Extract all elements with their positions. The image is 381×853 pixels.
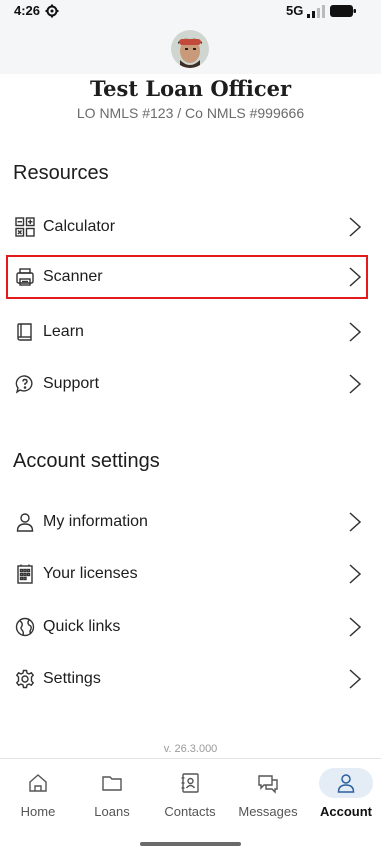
settings-row[interactable]: Settings	[6, 657, 368, 701]
quick-links-row[interactable]: Quick links	[6, 605, 368, 649]
tab-loans-label: Loans	[94, 804, 130, 819]
avatar[interactable]	[171, 30, 209, 68]
help-chat-icon	[15, 375, 33, 394]
status-time: 4:26	[14, 3, 41, 18]
network-type: 5G	[286, 3, 304, 18]
folder-icon	[102, 776, 122, 791]
quick-links-label: Quick links	[43, 618, 121, 635]
tab-home-label: Home	[20, 804, 56, 819]
account-settings-heading: Account settings	[13, 450, 160, 472]
scanner-label: Scanner	[43, 268, 103, 285]
chevron-right-icon	[349, 512, 362, 532]
signal-icon	[307, 5, 325, 18]
chevron-right-icon	[349, 564, 362, 584]
home-indicator	[140, 842, 241, 846]
profile-nmls: LO NMLS #123 / Co NMLS #999666	[76, 105, 305, 121]
tab-home[interactable]: Home	[0, 759, 76, 829]
globe-icon	[15, 617, 35, 637]
contacts-icon	[181, 773, 199, 793]
chevron-right-icon	[349, 217, 362, 237]
tab-messages[interactable]: Messages	[230, 759, 306, 829]
learn-label: Learn	[43, 323, 84, 340]
license-icon	[17, 564, 33, 584]
user-icon	[16, 513, 34, 532]
my-information-row[interactable]: My information	[6, 500, 368, 544]
your-licenses-label: Your licenses	[43, 565, 138, 582]
my-information-label: My information	[43, 513, 148, 530]
support-label: Support	[43, 375, 100, 392]
resources-heading: Resources	[13, 162, 109, 184]
profile-name: Test Loan Officer	[89, 76, 292, 101]
tab-contacts[interactable]: Contacts	[152, 759, 228, 829]
chevron-right-icon	[349, 374, 362, 394]
tab-loans[interactable]: Loans	[74, 759, 150, 829]
settings-gear-icon	[45, 4, 59, 18]
gear-icon	[15, 669, 35, 689]
tab-contacts-label: Contacts	[164, 804, 216, 819]
chevron-right-icon	[349, 267, 362, 287]
chevron-right-icon	[349, 322, 362, 342]
scanner-icon	[16, 268, 34, 286]
calculator-icon	[15, 217, 35, 237]
avatar-image	[171, 30, 209, 68]
scanner-row[interactable]: Scanner	[6, 255, 368, 299]
chevron-right-icon	[349, 669, 362, 689]
settings-label: Settings	[43, 670, 101, 687]
support-row[interactable]: Support	[6, 362, 368, 406]
your-licenses-row[interactable]: Your licenses	[6, 552, 368, 596]
app-version: v. 26.3.000	[163, 743, 218, 755]
home-icon	[29, 774, 47, 792]
learn-row[interactable]: Learn	[6, 310, 368, 354]
account-icon	[337, 774, 355, 793]
book-icon	[17, 323, 32, 341]
tab-messages-label: Messages	[238, 804, 298, 819]
tab-account-label: Account	[320, 804, 372, 819]
chevron-right-icon	[349, 617, 362, 637]
status-bar: 4:26 5G	[0, 0, 381, 24]
bottom-tab-bar: Home Loans Contacts Messages Account	[0, 758, 381, 829]
messages-icon	[258, 775, 278, 794]
battery-icon	[330, 5, 356, 17]
tab-account[interactable]: Account	[310, 759, 381, 829]
calculator-row[interactable]: Calculator	[6, 205, 368, 249]
calculator-label: Calculator	[43, 218, 116, 235]
